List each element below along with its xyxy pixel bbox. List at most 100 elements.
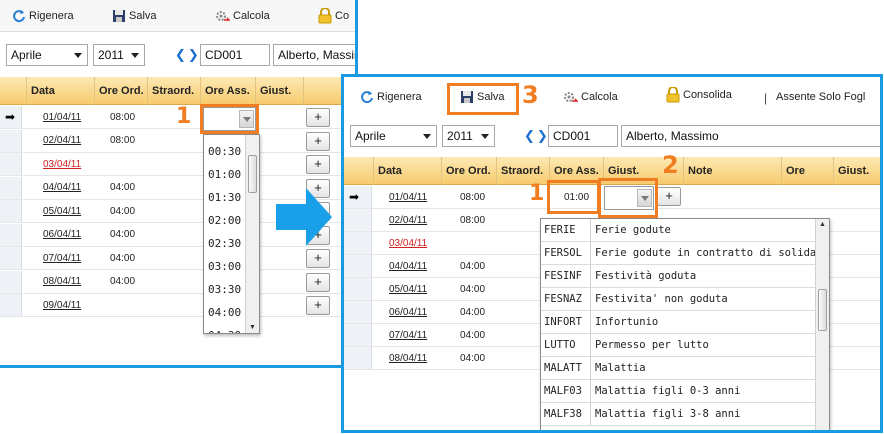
consolidate-button[interactable]: Co: [318, 0, 349, 32]
time-option[interactable]: 02:30: [204, 232, 245, 255]
date-link[interactable]: 06/04/11: [389, 307, 427, 318]
date-link[interactable]: 07/04/11: [43, 253, 81, 264]
date-cell[interactable]: 07/04/11: [389, 324, 427, 346]
date-link[interactable]: 08/04/11: [43, 276, 81, 287]
giustificativo-option[interactable]: FERSOL Ferie godute in contratto di solid…: [541, 242, 829, 265]
date-link[interactable]: 03/04/11: [389, 238, 427, 249]
next-arrow-icon[interactable]: ❯: [537, 128, 548, 144]
date-link[interactable]: 09/04/11: [43, 300, 81, 311]
time-option[interactable]: 01:00: [204, 163, 245, 186]
table-row[interactable]: 02/04/11 08:00 +: [0, 129, 355, 153]
giustificativo-option[interactable]: MALF38 Malattia figli 3-8 anni: [541, 403, 815, 426]
row-selector[interactable]: ➡: [0, 106, 22, 128]
giustificativo-dropdown-list[interactable]: FERIE Ferie godute FERSOL Ferie godute in c…: [540, 218, 830, 430]
row-selector[interactable]: [0, 200, 22, 222]
giustificativo-option[interactable]: MALATT Malattia: [541, 357, 815, 380]
time-option[interactable]: 01:30: [204, 186, 245, 209]
date-link[interactable]: 04/04/11: [43, 182, 81, 193]
giustificativo-option[interactable]: LUTTO Permesso per lutto: [541, 334, 815, 357]
time-option[interactable]: 00:30: [204, 140, 245, 163]
table-row[interactable]: 09/04/11 +: [0, 294, 355, 317]
row-selector[interactable]: [344, 301, 372, 323]
row-selector[interactable]: [344, 347, 372, 369]
year-select[interactable]: 2011: [442, 125, 495, 147]
time-option[interactable]: 03:30: [204, 278, 245, 301]
date-cell[interactable]: 06/04/11: [43, 224, 81, 246]
add-row-button[interactable]: +: [306, 249, 330, 268]
previous-arrow-icon[interactable]: ❮: [524, 128, 535, 144]
add-note-button[interactable]: +: [657, 187, 681, 206]
month-select[interactable]: Aprile: [6, 44, 88, 66]
row-selector[interactable]: [0, 153, 22, 175]
giustificativo-option[interactable]: INFORT Infortunio: [541, 311, 815, 334]
date-link[interactable]: 05/04/11: [43, 206, 81, 217]
scroll-thumb[interactable]: [818, 289, 827, 331]
add-row-button[interactable]: +: [306, 108, 330, 127]
date-link[interactable]: 04/04/11: [389, 261, 427, 272]
add-row-button[interactable]: +: [306, 131, 330, 151]
row-selector[interactable]: [344, 278, 372, 300]
date-cell[interactable]: 03/04/11: [43, 153, 81, 175]
employee-nav[interactable]: ❮ ❯: [524, 125, 548, 147]
date-link[interactable]: 01/04/11: [43, 112, 81, 123]
giustificativo-option[interactable]: MALF03 Malattia figli 0-3 anni: [541, 380, 815, 403]
date-cell[interactable]: 01/04/11: [389, 186, 427, 208]
table-row[interactable]: 07/04/11 04:00 +: [0, 247, 355, 270]
date-cell[interactable]: 04/04/11: [43, 177, 81, 199]
month-select[interactable]: Aprile: [350, 125, 437, 147]
table-row[interactable]: 03/04/11 +: [0, 153, 355, 176]
time-option[interactable]: 03:00: [204, 255, 245, 278]
time-option[interactable]: 04:30: [204, 324, 245, 333]
scroll-up-icon[interactable]: ▲: [819, 221, 826, 228]
add-row-button[interactable]: +: [306, 296, 330, 315]
date-link[interactable]: 07/04/11: [389, 330, 427, 341]
date-link[interactable]: 01/04/11: [389, 192, 427, 203]
row-selector[interactable]: [0, 129, 22, 152]
date-cell[interactable]: 02/04/11: [389, 209, 427, 231]
date-link[interactable]: 08/04/11: [389, 353, 427, 364]
row-selector[interactable]: [0, 294, 22, 316]
scroll-thumb[interactable]: [248, 155, 257, 193]
assenti-filter-button[interactable]: Assente Solo Fogl: [776, 77, 865, 117]
employee-nav[interactable]: ❮ ❯: [175, 44, 199, 66]
consolidate-button[interactable]: Consolida: [666, 77, 732, 113]
date-link[interactable]: 03/04/11: [43, 159, 81, 170]
next-arrow-icon[interactable]: ❯: [188, 47, 199, 63]
giustificativo-option[interactable]: FERIE Ferie godute: [541, 219, 815, 242]
regenerate-button[interactable]: Rigenera: [12, 0, 74, 32]
add-row-button[interactable]: +: [306, 155, 330, 174]
date-link[interactable]: 06/04/11: [43, 229, 81, 240]
time-list-scrollbar[interactable]: ▼: [245, 135, 259, 333]
date-cell[interactable]: 06/04/11: [389, 301, 427, 323]
time-option[interactable]: 02:00: [204, 209, 245, 232]
save-button[interactable]: Salva: [112, 0, 157, 32]
time-option[interactable]: 04:00: [204, 301, 245, 324]
row-selector[interactable]: [344, 209, 372, 231]
employee-name-field[interactable]: Alberto, Massimo: [621, 125, 880, 147]
year-select[interactable]: 2011: [93, 44, 145, 66]
date-cell[interactable]: 05/04/11: [389, 278, 427, 300]
date-cell[interactable]: 03/04/11: [389, 232, 427, 254]
giustificativo-option[interactable]: FESNAZ Festivita' non goduta: [541, 288, 815, 311]
table-row[interactable]: 08/04/11 04:00 +: [0, 270, 355, 294]
row-selector[interactable]: [344, 324, 372, 346]
row-selector[interactable]: ➡: [344, 186, 372, 208]
date-cell[interactable]: 08/04/11: [43, 271, 81, 293]
calculate-button[interactable]: Calcola: [214, 0, 270, 32]
date-cell[interactable]: 01/04/11: [43, 106, 81, 128]
row-selector[interactable]: [0, 270, 22, 293]
row-selector[interactable]: [344, 232, 372, 254]
row-selector[interactable]: [0, 223, 22, 246]
date-link[interactable]: 02/04/11: [389, 215, 427, 226]
calculate-button[interactable]: Calcola: [562, 77, 618, 117]
regenerate-button[interactable]: Rigenera: [360, 77, 422, 117]
date-cell[interactable]: 09/04/11: [43, 294, 81, 316]
previous-arrow-icon[interactable]: ❮: [175, 47, 186, 63]
row-selector[interactable]: [0, 176, 22, 199]
giust-list-scrollbar[interactable]: ▲: [815, 219, 829, 430]
row-selector[interactable]: [0, 247, 22, 269]
row-selector[interactable]: [344, 255, 372, 277]
date-link[interactable]: 05/04/11: [389, 284, 427, 295]
date-cell[interactable]: 05/04/11: [43, 200, 81, 222]
giustificativo-option[interactable]: FESINF Festività goduta: [541, 265, 815, 288]
